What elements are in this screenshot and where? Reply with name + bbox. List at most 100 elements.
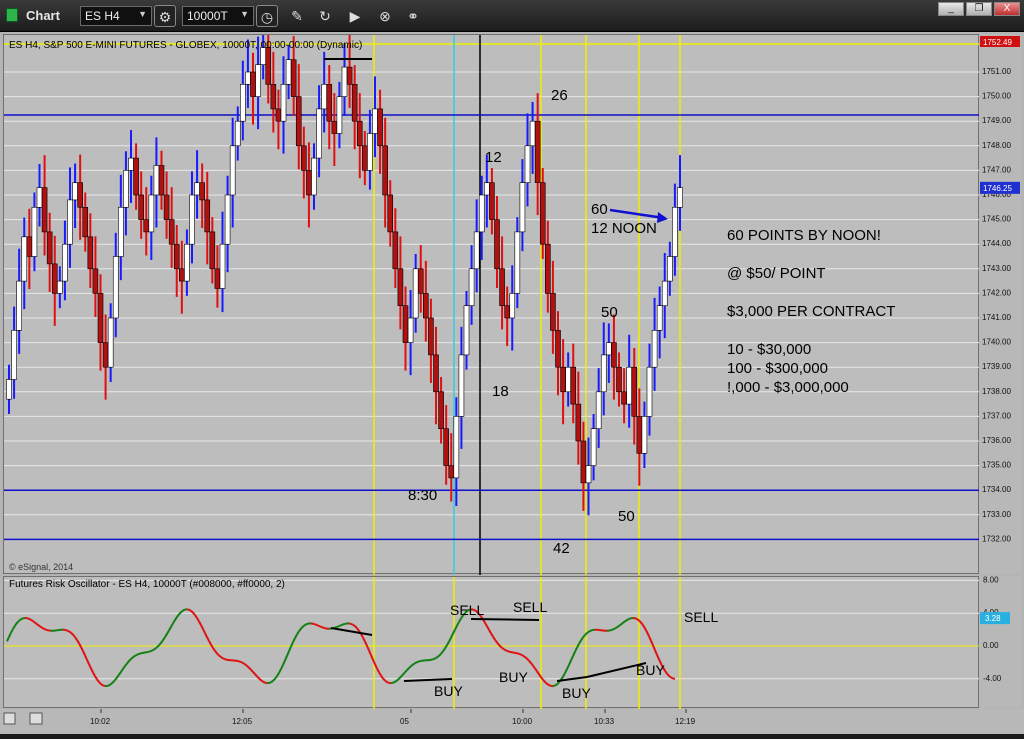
osc-segment [369,650,371,655]
interval-value: 10000T [187,9,228,23]
candle-body [484,183,489,195]
candle-body [596,392,601,429]
osc-tick-label: 0.00 [983,641,999,650]
osc-segment [191,611,193,613]
symbol-select[interactable]: ES H4 ▼ [80,6,152,26]
settings-icon[interactable]: ⚙ [154,5,176,27]
osc-segment [533,666,535,669]
candle-body [296,97,301,146]
osc-segment [249,668,251,670]
osc-segment [629,618,631,619]
restore-button[interactable]: ❐ [966,2,992,16]
clock-icon[interactable]: ◷ [256,5,278,27]
osc-segment [207,637,209,641]
price-tick-label: 1734.00 [982,485,1011,494]
osc-segment [85,655,87,659]
osc-segment [117,675,119,678]
osc-segment [217,653,219,655]
candle-body [312,158,317,195]
osc-trendline [471,619,539,620]
osc-segment [361,634,363,638]
arrowhead [657,212,668,223]
osc-segment [281,665,283,669]
close-circle-icon[interactable]: ⊗ [374,5,396,27]
osc-segment [655,650,657,655]
osc-segment [161,640,163,643]
osc-segment [419,661,421,662]
osc-segment [263,682,265,683]
time-axis[interactable]: 10:0212:050510:0010:3312:19 [0,709,1024,734]
candle-body [144,220,149,232]
osc-segment [657,655,659,660]
osc-segment [209,641,211,645]
osc-segment [647,632,649,636]
interval-select[interactable]: 10000T ▼ [182,6,254,26]
play-icon[interactable]: ▶ [344,5,366,27]
candle-body [362,146,367,171]
osc-segment [41,627,43,628]
price-axis[interactable]: 1751.001750.001749.001748.001747.001746.… [979,34,1021,574]
candle-body [281,84,286,121]
minimize-button[interactable]: _ [938,2,964,16]
pencil-icon[interactable]: ✎ [286,5,308,27]
oscillator-panel[interactable]: Futures Risk Oscillator - ES H4, 10000T … [3,576,979,708]
chevron-down-icon: ▼ [138,9,147,19]
candle-body [510,293,515,318]
close-button[interactable]: X [994,2,1020,16]
candle-body [581,441,586,483]
osc-segment [151,650,153,651]
osc-segment [103,685,105,686]
osc-segment [501,647,503,649]
osc-segment [33,621,35,622]
candle-body [327,84,332,121]
candle-body [159,165,164,195]
candle-body [576,404,581,441]
osc-segment [137,654,139,655]
candle-body [464,306,469,355]
price-panel[interactable]: ES H4, S&P 500 E-MINI FUTURES - GLOBEX, … [3,34,979,574]
osc-segment [299,629,301,632]
candle-body [657,306,662,331]
refresh-icon[interactable]: ↻ [314,5,336,27]
osc-sell-label-3: SELL [684,609,718,625]
osc-segment [457,622,459,626]
osc-segment [119,672,121,675]
osc-segment [323,628,325,629]
candle-body [118,207,123,256]
osc-segment [155,647,157,649]
osc-segment [611,629,613,630]
osc-segment [671,677,673,678]
osc-segment [255,674,257,676]
osc-segment [135,655,137,656]
note-100-contracts: 100 - $300,000 [727,360,828,377]
osc-segment [221,657,223,658]
candle-body [418,269,423,294]
osc-segment [149,651,151,652]
osc-segment [497,643,499,645]
osc-segment [189,610,191,611]
oscillator-axis[interactable]: 8.004.000.00-4.003.28 [979,576,1021,708]
candle-body [108,318,113,367]
price-tick-label: 1745.00 [982,215,1011,224]
candle-body [190,195,195,244]
symbol-value: ES H4 [85,9,120,23]
osc-segment [379,672,381,675]
candle-body [12,330,17,379]
osc-segment [387,682,389,683]
candle-body [230,146,235,195]
candle-body [83,207,88,237]
candle-body [42,188,47,232]
osc-segment [549,685,551,686]
osc-segment [315,624,317,625]
link-icon[interactable]: ⚭ [402,5,424,27]
annotation-18: 18 [492,383,509,400]
osc-segment [443,648,445,651]
osc-segment [163,637,165,640]
osc-segment [183,610,185,611]
osc-segment [9,633,11,637]
candle-body [500,269,505,306]
osc-segment [493,637,495,640]
osc-buy-label-1: BUY [434,683,463,699]
osc-segment [277,673,279,676]
osc-segment [613,628,615,629]
